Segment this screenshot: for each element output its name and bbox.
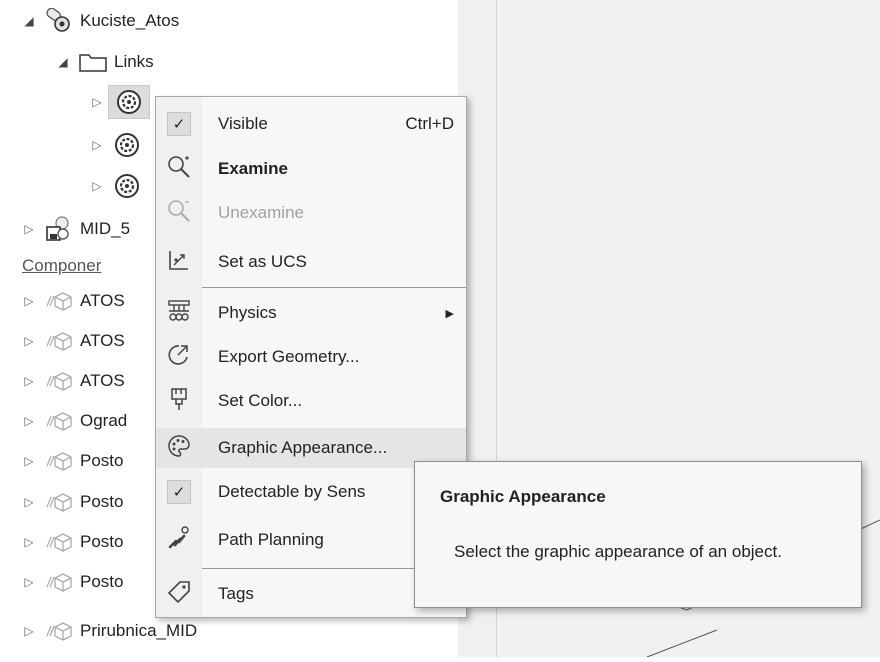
menu-item-set-color[interactable]: Set Color... (156, 381, 466, 421)
collapsed-triangle-icon[interactable]: ▷ (22, 374, 36, 388)
part-cube-icon (44, 370, 74, 392)
tag-icon (166, 579, 192, 610)
menu-item-visible[interactable]: ✓ Visible Ctrl+D (156, 104, 466, 144)
checkmark-icon: ✓ (167, 480, 191, 504)
menu-item-label: Export Geometry... (218, 347, 360, 366)
collapsed-triangle-icon[interactable]: ▷ (22, 535, 36, 549)
tree-item[interactable]: ▷ ATOS (22, 366, 125, 396)
menu-item-unexamine[interactable]: Unexamine (156, 193, 466, 233)
part-cube-icon (44, 410, 74, 432)
ucs-icon (167, 248, 191, 277)
tooltip: Graphic Appearance Select the graphic ap… (414, 461, 862, 608)
tree-item-link-2[interactable]: ▷ (90, 130, 148, 160)
component-disk-icon (44, 215, 74, 243)
collapsed-triangle-icon[interactable]: ▷ (22, 575, 36, 589)
tree-item[interactable]: ▷ Posto (22, 487, 123, 517)
path-planning-icon (166, 525, 192, 556)
collapsed-triangle-icon[interactable]: ▷ (90, 179, 104, 193)
tree-item[interactable]: ▷ Posto (22, 527, 123, 557)
menu-item-set-as-ucs[interactable]: Set as UCS (156, 242, 466, 282)
collapsed-triangle-icon[interactable]: ▷ (22, 222, 36, 236)
menu-item-export-geometry[interactable]: Export Geometry... (156, 337, 466, 377)
checkmark-icon: ✓ (167, 112, 191, 136)
part-cube-icon (44, 290, 74, 312)
collapsed-triangle-icon[interactable]: ▷ (22, 454, 36, 468)
tree-item-label: Ograd (80, 411, 128, 430)
assembly-icon (44, 8, 74, 34)
physics-icon (166, 298, 192, 329)
part-cube-icon (44, 491, 74, 513)
link-gear-icon (108, 85, 150, 119)
part-cube-icon (44, 450, 74, 472)
tree-item-label: ATOS (80, 291, 125, 310)
part-cube-icon (44, 531, 74, 553)
tree-item-label: ATOS (80, 331, 125, 350)
collapsed-triangle-icon[interactable]: ▷ (22, 495, 36, 509)
tree-item-label: Posto (80, 532, 124, 551)
tree-item[interactable]: ▷ Posto (22, 446, 123, 476)
collapsed-triangle-icon[interactable]: ▷ (90, 138, 104, 152)
menu-item-label: Visible (218, 114, 268, 133)
menu-item-examine[interactable]: Examine (156, 149, 466, 189)
palette-icon (166, 433, 192, 464)
tree-item-label: Posto (80, 572, 124, 591)
tooltip-body: Select the graphic appearance of an obje… (454, 542, 782, 561)
tree-item-label: ATOS (80, 371, 125, 390)
components-link[interactable]: Componer (22, 256, 101, 276)
link-gear-icon (112, 171, 142, 201)
menu-separator (202, 287, 466, 288)
tree-item[interactable]: ▷ ATOS (22, 286, 125, 316)
tree-item-label: Links (114, 52, 154, 71)
expanded-triangle-icon[interactable]: ◢ (22, 14, 36, 28)
menu-item-label: Graphic Appearance... (218, 438, 388, 457)
collapsed-triangle-icon[interactable]: ▷ (22, 294, 36, 308)
tree-item-link-3[interactable]: ▷ (90, 171, 148, 201)
menu-item-shortcut: Ctrl+D (405, 114, 454, 133)
tree-item-label: Kuciste_Atos (80, 11, 180, 30)
part-cube-icon (44, 571, 74, 593)
collapsed-triangle-icon[interactable]: ▷ (22, 624, 36, 638)
tree-item-links[interactable]: ◢ Links (56, 47, 154, 77)
collapsed-triangle-icon[interactable]: ▷ (90, 95, 104, 109)
tree-item-label: Prirubnica_MID (80, 621, 198, 640)
tree-item[interactable]: ▷ Prirubnica_MID (22, 616, 197, 646)
tree-item[interactable]: ▷ Ograd (22, 406, 127, 436)
menu-item-label: Unexamine (218, 203, 304, 222)
tree-item-label: Posto (80, 451, 124, 470)
part-cube-icon (44, 330, 74, 352)
tree-item-label: Posto (80, 492, 124, 511)
tree-item-link-1[interactable]: ▷ (90, 85, 156, 119)
link-gear-icon (112, 130, 142, 160)
part-cube-icon (44, 620, 74, 642)
menu-item-label: Physics (218, 303, 277, 322)
tree-item[interactable]: ▷ ATOS (22, 326, 125, 356)
expanded-triangle-icon[interactable]: ◢ (56, 55, 70, 69)
tree-item-components-link[interactable]: Componer (22, 251, 101, 281)
tree-item[interactable]: ▷ Posto (22, 567, 123, 597)
menu-item-label: Set as UCS (218, 252, 307, 271)
collapsed-triangle-icon[interactable]: ▷ (22, 334, 36, 348)
export-geometry-icon (166, 342, 192, 373)
menu-item-label: Examine (218, 159, 288, 178)
tree-item-label: MID_5 (80, 219, 131, 238)
examine-icon (166, 154, 192, 185)
menu-item-physics[interactable]: Physics ▶ (156, 293, 466, 333)
tooltip-title: Graphic Appearance (440, 487, 606, 506)
tree-item-kuciste-atos[interactable]: ◢ Kuciste_Atos (22, 6, 179, 36)
menu-item-label: Set Color... (218, 391, 303, 410)
set-color-icon (167, 386, 191, 417)
unexamine-icon (166, 198, 192, 229)
collapsed-triangle-icon[interactable]: ▷ (22, 414, 36, 428)
tree-item-mid[interactable]: ▷ MID_5 (22, 214, 130, 244)
folder-icon (78, 51, 108, 73)
submenu-arrow-icon: ▶ (445, 307, 454, 320)
